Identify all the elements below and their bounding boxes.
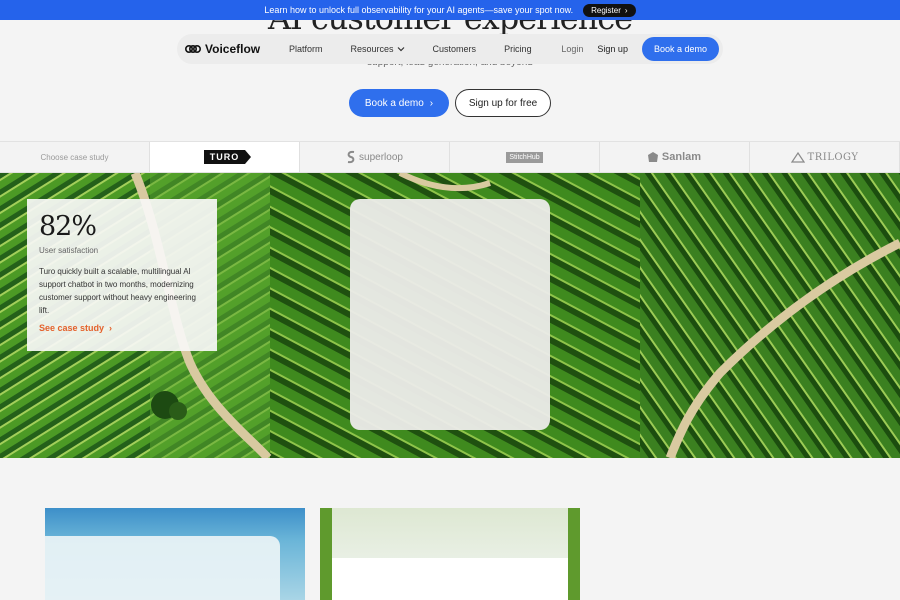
chevron-down-icon [397, 47, 404, 52]
case-tabs-label: Choose case study [0, 142, 150, 172]
stat-label: User satisfaction [39, 246, 99, 255]
book-demo-button[interactable]: Book a demo › [349, 89, 449, 117]
tab-trilogy[interactable]: TRILOGY [750, 142, 900, 172]
superloop-icon [347, 150, 355, 164]
trilogy-icon [790, 151, 805, 163]
register-button[interactable]: Register › [583, 3, 636, 17]
chevron-right-icon: › [624, 5, 628, 15]
tab-turo[interactable]: TURO [150, 142, 300, 172]
nav-book-demo-button[interactable]: Book a demo [641, 37, 719, 61]
signup-free-button[interactable]: Sign up for free [455, 89, 551, 117]
case-study-tabs: Choose case study TURO superloop StitchH… [0, 141, 900, 173]
sanlam-name: Sanlam [661, 151, 702, 163]
feature-card-field-overlay [332, 508, 568, 558]
tab-stitchhub[interactable]: StitchHub [450, 142, 600, 172]
superloop-name: superloop [359, 151, 403, 163]
feature-cards-section [0, 458, 900, 600]
tab-sanlam[interactable]: Sanlam [600, 142, 750, 172]
nav-customers[interactable]: Customers [433, 44, 477, 54]
voiceflow-logo-icon [185, 44, 201, 54]
sanlam-icon [647, 151, 658, 162]
feature-card-ocean-panel [45, 536, 280, 600]
case-study-stat-card: 82% User satisfaction Turo quickly built… [27, 199, 217, 351]
hero-cta-group: Book a demo › Sign up for free [0, 89, 900, 117]
superloop-logo: superloop [346, 150, 403, 164]
announcement-bar: Learn how to unlock full observability f… [0, 0, 900, 20]
sanlam-logo: Sanlam [647, 151, 702, 163]
chevron-right-icon: › [429, 97, 434, 109]
main-nav: Voiceflow Platform Resources Customers P… [177, 34, 723, 64]
trilogy-logo: TRILOGY [790, 151, 859, 163]
signup-link[interactable]: Sign up [597, 44, 628, 54]
login-link[interactable]: Login [561, 44, 583, 54]
stitchhub-logo: StitchHub [506, 151, 543, 163]
stat-value: 82% [39, 211, 97, 242]
brand-name: Voiceflow [205, 42, 261, 56]
tab-superloop[interactable]: superloop [300, 142, 450, 172]
stat-description: Turo quickly built a scalable, multiling… [39, 267, 196, 315]
feature-card-ocean[interactable] [45, 508, 305, 600]
feature-card-field[interactable] [320, 508, 580, 600]
chevron-right-icon: › [109, 323, 113, 333]
nav-platform[interactable]: Platform [289, 44, 323, 54]
nav-resources[interactable]: Resources [351, 44, 405, 54]
voiceflow-logo[interactable]: Voiceflow [185, 42, 285, 56]
book-demo-label: Book a demo [364, 97, 424, 109]
turo-logo: TURO [203, 150, 251, 164]
trilogy-name: TRILOGY [807, 151, 859, 163]
announcement-text: Learn how to unlock full observability f… [264, 5, 574, 15]
feature-card-field-panel [332, 558, 568, 600]
case-study-preview-card[interactable] [350, 199, 550, 430]
see-case-study-link[interactable]: See case study › [39, 323, 205, 333]
nav-resources-label: Resources [350, 44, 394, 54]
nav-pricing[interactable]: Pricing [504, 44, 532, 54]
register-label: Register [591, 5, 621, 15]
see-case-study-label: See case study [39, 323, 105, 333]
